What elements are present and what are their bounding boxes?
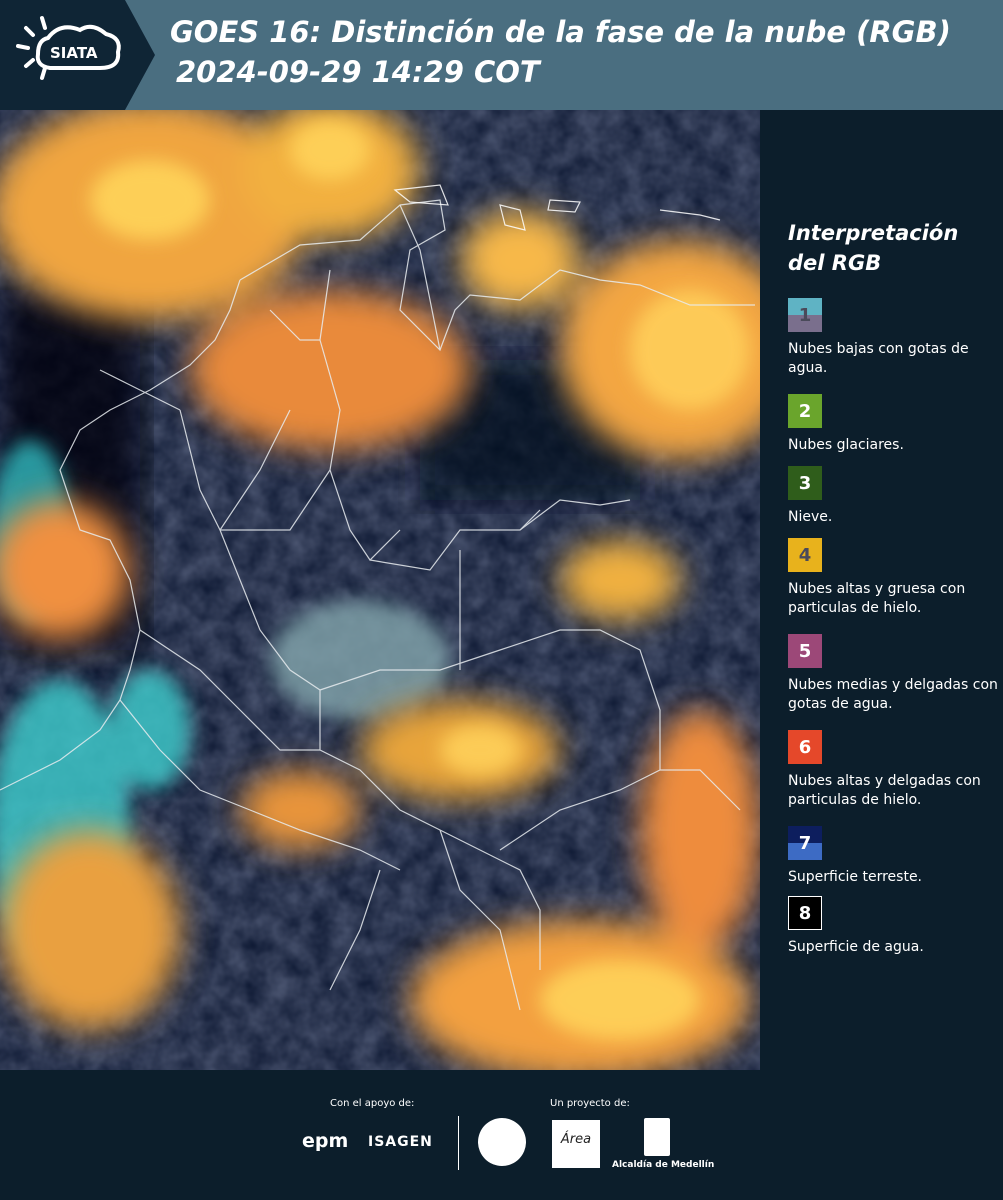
- legend-number: 7: [798, 832, 812, 854]
- legend-item-8: 8 Superficie de agua.: [788, 896, 998, 957]
- legend-label: Superficie terreste.: [788, 869, 923, 885]
- legend-item-1: 1 Nubes bajas con gotas de agua.: [788, 298, 998, 378]
- legend-label: Superficie de agua.: [788, 939, 924, 955]
- legend-number: 2: [798, 400, 812, 422]
- satellite-map: [0, 110, 760, 1070]
- legend-item-4: 4 Nubes altas y gruesa con particulas de …: [788, 538, 998, 618]
- legend-swatch: 7: [788, 826, 822, 860]
- project-label: Un proyecto de:: [550, 1098, 630, 1109]
- header-banner: SIATA GOES 16: Distinción de la fase de …: [0, 0, 1003, 110]
- legend-panel: Interpretación del RGB 1 Nubes bajas con …: [760, 110, 1003, 1070]
- legend-label: Nieve.: [788, 509, 833, 525]
- legend-item-6: 6 Nubes altas y delgadas con particulas d…: [788, 730, 998, 810]
- support-label: Con el apoyo de:: [330, 1098, 415, 1109]
- legend-swatch: 2: [788, 394, 822, 428]
- logo-text: SIATA: [50, 44, 98, 62]
- footer: Con el apoyo de: Un proyecto de: epm ISA…: [0, 1070, 1003, 1200]
- legend-number: 4: [798, 544, 812, 566]
- legend-number: 3: [798, 472, 812, 494]
- page-timestamp: 2024-09-29 14:29 COT: [176, 55, 540, 89]
- legend-label: Nubes medias y delgadas con gotas de agu…: [788, 677, 998, 712]
- legend-label: Nubes glaciares.: [788, 437, 904, 453]
- legend-label: Nubes altas y gruesa con particulas de h…: [788, 581, 966, 616]
- university-seal-icon: [478, 1118, 526, 1166]
- medellin-shield-icon: [644, 1118, 670, 1156]
- legend-swatch: 4: [788, 538, 822, 572]
- legend-number: 8: [798, 902, 812, 924]
- area-metropolitana-logo: Área: [552, 1120, 600, 1168]
- legend-number: 5: [798, 640, 812, 662]
- legend-number: 1: [798, 304, 812, 326]
- page-title: GOES 16: Distinción de la fase de la nub…: [170, 15, 951, 49]
- alcaldia-label: Alcaldía de Medellín: [612, 1160, 715, 1170]
- legend-item-7: 7 Superficie terreste.: [788, 826, 998, 887]
- legend-item-2: 2 Nubes glaciares.: [788, 394, 998, 455]
- legend-swatch: 8: [788, 896, 822, 930]
- legend-label: Nubes altas y delgadas con particulas de…: [788, 773, 981, 808]
- legend-swatch: 6: [788, 730, 822, 764]
- legend-swatch: 5: [788, 634, 822, 668]
- isagen-logo: ISAGEN: [368, 1134, 433, 1150]
- legend-swatch: 1: [788, 298, 822, 332]
- legend-number: 6: [798, 736, 812, 758]
- legend-swatch: 3: [788, 466, 822, 500]
- epm-logo: epm: [302, 1130, 349, 1152]
- legend-item-5: 5 Nubes medias y delgadas con gotas de ag…: [788, 634, 998, 714]
- legend-label: Nubes bajas con gotas de agua.: [788, 341, 969, 376]
- footer-divider: [458, 1116, 459, 1170]
- legend-title: Interpretación del RGB: [788, 221, 959, 275]
- legend-item-3: 3 Nieve.: [788, 466, 998, 527]
